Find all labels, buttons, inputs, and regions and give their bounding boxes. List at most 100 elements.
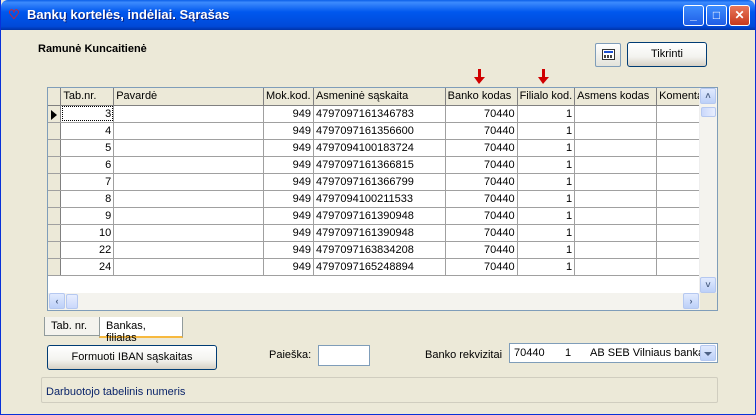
table-cell[interactable]: 70440 (445, 156, 518, 174)
check-button[interactable]: Tikrinti (627, 42, 707, 67)
table-cell[interactable]: 8 (60, 190, 115, 208)
table-cell[interactable]: 949 (263, 105, 314, 123)
table-cell[interactable]: 1 (517, 224, 576, 242)
table-cell[interactable] (574, 224, 658, 242)
table-cell[interactable] (574, 105, 658, 123)
vertical-scrollbar[interactable]: ˄ ˅ (699, 88, 717, 293)
column-header[interactable]: Banko kodas (445, 88, 518, 106)
table-cell[interactable]: 949 (263, 173, 314, 191)
table-cell[interactable]: 1 (517, 173, 576, 191)
table-cell[interactable]: 4 (60, 122, 115, 140)
row-indicator[interactable] (48, 190, 62, 208)
table-cell[interactable]: 1 (517, 122, 576, 140)
table-cell[interactable] (113, 173, 264, 191)
row-indicator[interactable] (48, 224, 62, 242)
table-cell[interactable]: 949 (263, 156, 314, 174)
table-row[interactable]: 10 949 4797097161390948 70440 1 (48, 224, 717, 242)
table-cell[interactable]: 4797097163834208 (313, 241, 446, 259)
generate-iban-button[interactable]: Formuoti IBAN sąskaitas (47, 345, 217, 370)
table-row[interactable]: 5 949 4797094100183724 70440 1 (48, 139, 717, 157)
table-cell[interactable]: 1 (517, 156, 576, 174)
table-cell[interactable]: 949 (263, 224, 314, 242)
table-cell[interactable] (113, 258, 264, 276)
table-cell[interactable] (574, 190, 658, 208)
table-cell[interactable]: 70440 (445, 224, 518, 242)
table-cell[interactable]: 9 (60, 207, 115, 225)
table-cell[interactable]: 6 (60, 156, 115, 174)
table-cell[interactable] (113, 190, 264, 208)
row-indicator[interactable] (48, 207, 62, 225)
table-cell[interactable]: 949 (263, 207, 314, 225)
row-indicator[interactable] (48, 139, 62, 157)
table-cell[interactable]: 70440 (445, 258, 518, 276)
table-cell[interactable]: 22 (60, 241, 115, 259)
row-indicator[interactable] (48, 105, 62, 123)
calculator-button[interactable] (595, 43, 621, 67)
table-cell[interactable] (574, 173, 658, 191)
table-row[interactable]: 3 949 4797097161346783 70440 1 (48, 105, 717, 123)
table-row[interactable]: 8 949 4797094100211533 70440 1 (48, 190, 717, 208)
table-cell[interactable]: 70440 (445, 207, 518, 225)
table-cell[interactable] (574, 207, 658, 225)
table-cell[interactable] (574, 241, 658, 259)
bank-accounts-grid[interactable]: Tab.nr. Pavardė Mok.kod. Asmeninė sąskai… (47, 87, 718, 311)
table-cell[interactable] (113, 139, 264, 157)
table-cell[interactable]: 4797097161390948 (313, 224, 446, 242)
table-cell[interactable]: 5 (60, 139, 115, 157)
table-row[interactable]: 24 949 4797097165248894 70440 1 (48, 258, 717, 276)
column-header[interactable]: Asmens kodas (574, 88, 658, 106)
scroll-down-button[interactable]: ˅ (700, 277, 716, 293)
table-cell[interactable]: 4797097161356600 (313, 122, 446, 140)
table-cell[interactable]: 1 (517, 139, 576, 157)
table-cell[interactable] (113, 156, 264, 174)
table-cell[interactable]: 7 (60, 173, 115, 191)
table-cell[interactable] (113, 224, 264, 242)
table-cell[interactable]: 1 (517, 105, 576, 123)
table-cell[interactable]: 70440 (445, 173, 518, 191)
table-cell[interactable]: 4797097161390948 (313, 207, 446, 225)
table-cell[interactable]: 3 (60, 105, 115, 123)
tab-bank-branch[interactable]: Bankas, filialas (99, 317, 183, 344)
column-header[interactable]: Tab.nr. (60, 88, 115, 106)
table-cell[interactable]: 949 (263, 241, 314, 259)
table-cell[interactable]: 70440 (445, 241, 518, 259)
table-cell[interactable] (113, 241, 264, 259)
row-indicator[interactable] (48, 241, 62, 259)
table-row[interactable]: 6 949 4797097161366815 70440 1 (48, 156, 717, 174)
table-cell[interactable]: 70440 (445, 139, 518, 157)
table-cell[interactable]: 4797094100211533 (313, 190, 446, 208)
table-row[interactable]: 4 949 4797097161356600 70440 1 (48, 122, 717, 140)
table-cell[interactable] (113, 207, 264, 225)
row-indicator[interactable] (48, 156, 62, 174)
row-indicator[interactable] (48, 122, 62, 140)
column-header[interactable]: Pavardė (113, 88, 264, 106)
table-cell[interactable] (574, 258, 658, 276)
table-cell[interactable]: 1 (517, 241, 576, 259)
table-cell[interactable]: 1 (517, 207, 576, 225)
scroll-thumb[interactable] (66, 294, 78, 309)
table-cell[interactable]: 1 (517, 258, 576, 276)
table-cell[interactable]: 4797097161366799 (313, 173, 446, 191)
scroll-right-button[interactable]: › (683, 293, 699, 309)
table-cell[interactable]: 4797097165248894 (313, 258, 446, 276)
table-row[interactable]: 7 949 4797097161366799 70440 1 (48, 173, 717, 191)
table-cell[interactable]: 24 (60, 258, 115, 276)
table-cell[interactable]: 949 (263, 258, 314, 276)
table-cell[interactable]: 949 (263, 122, 314, 140)
table-cell[interactable]: 949 (263, 190, 314, 208)
chevron-down-icon[interactable] (700, 345, 716, 361)
scroll-left-button[interactable]: ‹ (49, 293, 65, 309)
table-cell[interactable] (574, 122, 658, 140)
table-cell[interactable]: 70440 (445, 190, 518, 208)
table-cell[interactable]: 70440 (445, 105, 518, 123)
close-button[interactable]: ✕ (729, 5, 750, 26)
table-cell[interactable]: 949 (263, 139, 314, 157)
table-cell[interactable]: 4797097161366815 (313, 156, 446, 174)
table-cell[interactable]: 4797097161346783 (313, 105, 446, 123)
column-header[interactable]: Asmeninė sąskaita (313, 88, 446, 106)
table-cell[interactable] (574, 156, 658, 174)
table-cell[interactable]: 70440 (445, 122, 518, 140)
search-input[interactable] (318, 345, 370, 366)
row-indicator[interactable] (48, 173, 62, 191)
table-cell[interactable]: 10 (60, 224, 115, 242)
